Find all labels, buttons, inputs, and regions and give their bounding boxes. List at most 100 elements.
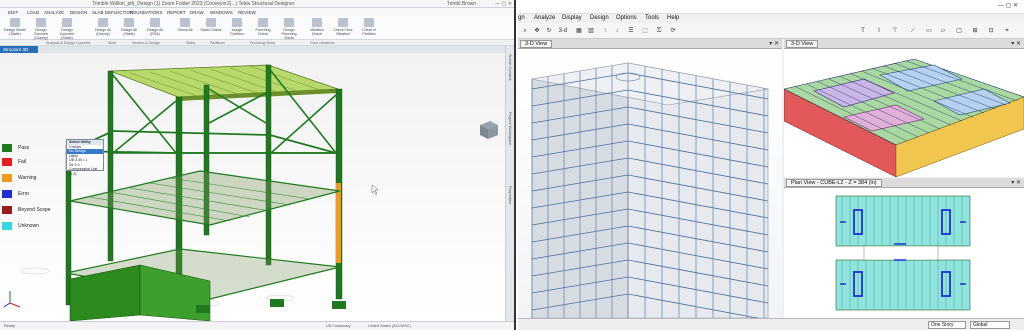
design-icon	[124, 18, 134, 27]
snap-tool-icon[interactable]: ⊡	[986, 26, 996, 36]
pan-icon[interactable]: ✥	[532, 26, 542, 36]
etabs-menu-bar: gn Analyze Display Design Options Tools …	[518, 14, 1024, 23]
ribbon-button-design-model[interactable]: Design Model (Static)	[4, 18, 26, 38]
select-icon[interactable]: ⬚	[640, 26, 650, 36]
measure-tool-icon[interactable]: ⌖	[1002, 26, 1012, 36]
menu-tools[interactable]: Tools	[645, 15, 659, 21]
rotate-icon[interactable]: ↻	[544, 26, 554, 36]
design-icon	[150, 18, 160, 27]
brace-tool-icon[interactable]: ⟋	[908, 26, 918, 36]
etabs-3d-view-podium[interactable]	[784, 49, 1024, 177]
ribbon-button-assign-partition[interactable]: Assign Partition	[226, 18, 248, 38]
menu-display[interactable]: Display	[562, 15, 582, 21]
slab-tool-icon[interactable]: ▱	[938, 26, 948, 36]
tekla-window: Trimble Walkin_pth_Design (1) Zoom Folde…	[0, 0, 516, 330]
pane-label-3d-view-left[interactable]: 3-D View	[520, 40, 553, 48]
pane-label-3d-view-right[interactable]: 3-D View	[786, 40, 819, 48]
view-3d-button[interactable]: 3-d	[558, 26, 568, 36]
tab-review[interactable]: REVIEW	[238, 10, 256, 15]
story-combo[interactable]: One Story	[928, 321, 966, 329]
up-arrow-icon[interactable]: ↑	[600, 26, 610, 36]
side-tab-project-workspace[interactable]: Project Workspace	[508, 112, 513, 146]
ribbon-button-design-punching-shear[interactable]: Design Punching Shear	[278, 18, 300, 40]
lock-icon[interactable]: ⚿	[654, 26, 664, 36]
ribbon-button-vibration-check[interactable]: Vibration Check	[306, 18, 328, 38]
design-icon	[10, 18, 20, 27]
popup-row[interactable]: Compressive Unit (1.0)	[67, 167, 103, 176]
pane-title-left: 3-D View ▾ ✕	[518, 39, 782, 49]
partition-icon	[232, 18, 242, 27]
tab-report[interactable]: REPORT	[167, 10, 186, 15]
legend-swatch	[2, 174, 12, 182]
pane-title-top-right: 3-D View ▾ ✕	[784, 39, 1024, 49]
ribbon-button-design-all-static[interactable]: Design All (Static)	[118, 18, 140, 38]
ribbon-button-check-in-partition[interactable]: Check in Partition	[358, 18, 380, 38]
ribbon-button-design-all-gravity[interactable]: Design All (Gravity)	[92, 18, 114, 38]
ribbon-button-check-floor-vibration[interactable]: Check Floor Vibration	[332, 18, 354, 38]
legend-item-error: Error	[2, 190, 62, 198]
legend-swatch	[2, 222, 12, 230]
tekla-title-bar: Trimble Walkin_pth_Design (1) Zoom Folde…	[0, 0, 514, 8]
mouse-cursor	[371, 184, 379, 196]
grid-tool-icon[interactable]: ⊞	[970, 26, 980, 36]
chain-icon	[206, 18, 216, 27]
view-cube[interactable]	[476, 119, 500, 141]
group-analysis-design-concrete: Analysis & Design Concrete	[46, 41, 91, 45]
tab-design[interactable]: DESIGN	[70, 10, 87, 15]
close-icon[interactable]: ▾ ✕	[1011, 179, 1021, 186]
utility-popup[interactable]: Select Utility Checks No Design Utility …	[66, 139, 104, 176]
etabs-3d-view-building[interactable]	[518, 49, 782, 318]
menu-options[interactable]: Options	[616, 15, 637, 21]
elevation-icon[interactable]: ▥	[586, 26, 596, 36]
vibration-icon	[312, 18, 322, 27]
side-tab-properties[interactable]: Properties	[508, 186, 513, 204]
ribbon-button-static-chains[interactable]: Static Chains	[200, 18, 222, 38]
tab-windows[interactable]: WINDOWS	[210, 10, 233, 15]
zoom-icon[interactable]: ⌕	[520, 26, 530, 36]
tekla-window-controls[interactable]: — ▢ ✕	[495, 1, 512, 7]
close-icon[interactable]: ▾ ✕	[1011, 40, 1021, 47]
tab-load[interactable]: LOAD	[27, 10, 39, 15]
group-section-design: Section & Design	[132, 41, 160, 45]
menu-design[interactable]: Design	[590, 15, 609, 21]
pane-title-bottom-right: Plan View - CUBE-L2 - Z = 384 (in) ▾ ✕	[784, 178, 1024, 188]
etabs-window-controls[interactable]: — ▢ ✕	[998, 2, 1018, 9]
tekla-3d-viewport[interactable]: Select Utility Checks No Design Utility …	[0, 53, 505, 322]
refresh-icon[interactable]: ⟳	[668, 26, 678, 36]
opening-tool-icon[interactable]: ▢	[954, 26, 964, 36]
menu-help[interactable]: Help	[667, 15, 679, 21]
ribbon-button-design-concrete-gravity[interactable]: Design Concrete (Gravity)	[30, 18, 52, 40]
column-tool-icon[interactable]: I	[874, 26, 884, 36]
tab-structure-3d[interactable]: Structure 3D	[0, 46, 38, 53]
status-code[interactable]: United States (ACI/AISC)	[368, 324, 411, 328]
menu-analyze[interactable]: Analyze	[534, 15, 555, 21]
wall-tool-icon[interactable]: ▭	[924, 26, 934, 36]
tekla-status-bar: Ready US Customary United States (ACI/AI…	[0, 321, 514, 330]
legend-swatch	[2, 158, 12, 166]
side-tab-scene-content[interactable]: Scene Content	[508, 54, 513, 80]
ribbon-button-punching-check[interactable]: Punching Check	[252, 18, 274, 38]
display-options-icon[interactable]: ☰	[626, 26, 636, 36]
partition-icon	[364, 18, 374, 27]
down-arrow-icon[interactable]: ↓	[612, 26, 622, 36]
vibration-icon	[338, 18, 348, 27]
tab-foundations[interactable]: FOUNDATIONS	[130, 10, 162, 15]
coordinate-system-combo[interactable]: Global	[970, 321, 1010, 329]
ribbon-button-check-all[interactable]: Check All	[174, 18, 196, 38]
tab-draw[interactable]: DRAW	[190, 10, 204, 15]
punching-icon	[284, 18, 294, 27]
etabs-plan-view[interactable]	[784, 188, 1024, 318]
tekla-user[interactable]: Trimbl Brown	[447, 1, 476, 7]
menu-design-partial[interactable]: gn	[518, 15, 525, 21]
tab-edit[interactable]: EDIT	[8, 10, 18, 15]
ribbon-button-design-concrete-static[interactable]: Design Concrete (Static)	[56, 18, 78, 40]
beam-tool-icon[interactable]: ⊤	[890, 26, 900, 36]
close-icon[interactable]: ▾ ✕	[769, 40, 779, 47]
plan-view-icon[interactable]: ▦	[574, 26, 584, 36]
pane-label-plan-view[interactable]: Plan View - CUBE-L2 - Z = 384 (in)	[786, 179, 882, 187]
tab-slab-deflection[interactable]: SLAB DEFLECTION	[92, 10, 133, 15]
status-units[interactable]: US Customary	[326, 324, 351, 328]
ribbon-button-design-all-rsa[interactable]: Design All (RSA)	[144, 18, 166, 38]
text-tool-icon[interactable]: T	[858, 26, 868, 36]
tab-analyze[interactable]: ANALYZE	[44, 10, 64, 15]
